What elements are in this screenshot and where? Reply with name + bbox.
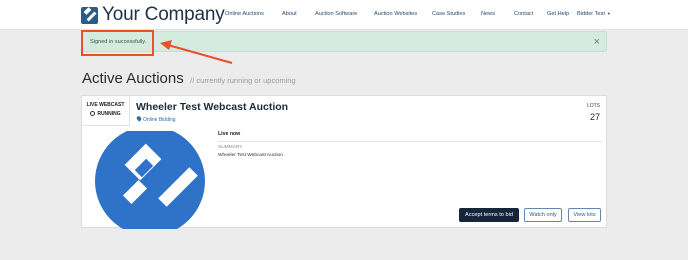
bidding-type-label: Online Bidding xyxy=(143,117,176,123)
annotation-highlight-box xyxy=(81,30,154,56)
live-now-label: Live now xyxy=(218,131,241,137)
watch-only-button[interactable]: Watch only xyxy=(524,208,562,222)
auction-status: LIVE WEBCAST RUNNING xyxy=(82,96,130,126)
header: Your Company Online Auctions About Aucti… xyxy=(0,0,688,30)
auction-card: LIVE WEBCAST RUNNING Wheeler Test Webcas… xyxy=(81,95,607,229)
caret-down-icon: ▼ xyxy=(606,11,611,16)
nav-contact[interactable]: Contact xyxy=(514,11,533,17)
status-text: RUNNING xyxy=(97,111,121,117)
status-dot-icon xyxy=(90,111,96,116)
nav-news[interactable]: News xyxy=(481,11,495,17)
nav-case-studies[interactable]: Case Studies xyxy=(432,11,465,17)
divider xyxy=(218,141,602,142)
nav-user-menu[interactable]: Bidder Test ▼ xyxy=(577,11,611,17)
annotation-arrow-icon xyxy=(160,40,233,64)
location-pin-icon xyxy=(135,115,143,122)
lots-label: LOTS xyxy=(586,103,600,109)
company-logo-icon xyxy=(95,131,205,229)
nav-auction-software[interactable]: Auction Software xyxy=(315,11,357,17)
lots-count: 27 xyxy=(589,112,600,122)
view-lots-button[interactable]: View lots xyxy=(568,208,601,222)
nav-auction-websites[interactable]: Auction Websites xyxy=(374,11,417,17)
nav-online-auctions[interactable]: Online Auctions xyxy=(225,11,264,17)
page-subtitle: // currently running or upcoming xyxy=(190,76,296,85)
page-heading: Active Auctions xyxy=(82,70,184,87)
running-status: RUNNING xyxy=(82,111,129,117)
main-nav: Online Auctions About Auction Software A… xyxy=(0,11,688,21)
close-icon[interactable]: × xyxy=(594,35,600,49)
bidding-type: Online Bidding xyxy=(135,115,176,123)
nav-get-help[interactable]: Get Help xyxy=(547,11,569,17)
summary-label: SUMMARY xyxy=(218,145,243,150)
nav-about[interactable]: About xyxy=(282,11,297,17)
auction-image[interactable] xyxy=(94,131,206,229)
auction-type-label: LIVE WEBCAST xyxy=(86,102,125,108)
accept-terms-button[interactable]: Accept terms to bid xyxy=(459,208,519,222)
user-menu-label: Bidder Test xyxy=(577,11,605,17)
auction-title[interactable]: Wheeler Test Webcast Auction xyxy=(136,101,288,113)
summary-text: Wheeler Test Webcast Auction xyxy=(218,153,283,158)
page-title: Active Auctions // currently running or … xyxy=(82,70,296,88)
